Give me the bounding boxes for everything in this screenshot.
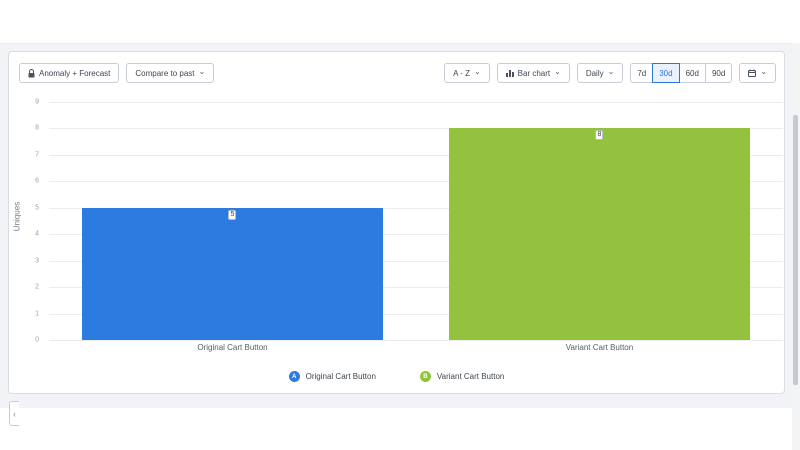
content-panel: Anomaly + Forecast Compare to past ⌄ A -… [0,43,792,408]
x-axis-label-variant-cart-button: Variant Cart Button [416,343,783,352]
chart-card: Anomaly + Forecast Compare to past ⌄ A -… [8,51,785,394]
scrollbar[interactable] [792,43,800,450]
x-axis-label-original-cart-button: Original Cart Button [49,343,416,352]
plot-area: 58 [49,102,783,340]
y-tick-label: 8 [9,125,39,132]
y-tick-label: 7 [9,151,39,158]
legend-label: Variant Cart Button [437,372,504,381]
toolbar-left: Anomaly + Forecast Compare to past ⌄ [19,63,214,83]
scrollbar-thumb[interactable] [793,115,798,385]
y-tick-label: 2 [9,284,39,291]
collapse-panel-handle[interactable]: ‹ [9,401,19,426]
range-button-90d[interactable]: 90d [705,63,732,83]
date-range-button[interactable]: ⌄ [739,63,776,83]
lock-icon [28,69,35,78]
legend-label: Original Cart Button [306,372,376,381]
anomaly-forecast-button[interactable]: Anomaly + Forecast [19,63,119,83]
bar-slot-original-cart-button: 5 [49,102,416,340]
range-button-30d[interactable]: 30d [652,63,679,83]
legend-item-variant-cart-button[interactable]: B Variant Cart Button [420,371,504,382]
bar-value-label: 8 [596,130,604,140]
chart-type-dropdown[interactable]: Bar chart ⌄ [497,63,570,83]
legend-item-original-cart-button[interactable]: A Original Cart Button [289,371,376,382]
y-tick-label: 1 [9,310,39,317]
sort-label: A - Z [453,69,470,78]
range-button-7d[interactable]: 7d [630,63,653,83]
compare-to-past-dropdown[interactable]: Compare to past ⌄ [126,63,214,83]
legend-marker-a: A [289,371,300,382]
x-axis: Original Cart ButtonVariant Cart Button [49,343,783,352]
y-tick-label: 3 [9,257,39,264]
chevron-left-icon: ‹ [13,409,16,419]
chevron-down-icon: ⌄ [474,68,481,76]
interval-label: Daily [586,69,604,78]
range-selector: 7d30d60d90d [630,63,732,83]
legend-marker-b: B [420,371,431,382]
y-tick-label: 4 [9,231,39,238]
sort-dropdown[interactable]: A - Z ⌄ [444,63,490,83]
chevron-down-icon: ⌄ [199,68,206,76]
bar-value-label: 5 [229,210,237,220]
bar-slot-variant-cart-button: 8 [416,102,783,340]
y-tick-label: 9 [9,99,39,106]
interval-dropdown[interactable]: Daily ⌄ [577,63,623,83]
y-tick-label: 5 [9,204,39,211]
y-axis: 0123456789 [9,102,39,340]
gridline [49,340,783,341]
screen: Anomaly + Forecast Compare to past ⌄ A -… [0,0,800,450]
chevron-down-icon: ⌄ [554,68,561,76]
chart-type-label: Bar chart [518,69,550,78]
y-tick-label: 0 [9,337,39,344]
anomaly-forecast-label: Anomaly + Forecast [39,69,110,78]
chart-toolbar: Anomaly + Forecast Compare to past ⌄ A -… [19,63,776,83]
range-button-60d[interactable]: 60d [679,63,706,83]
calendar-icon [748,69,756,77]
bar-variant-cart-button[interactable]: 8 [449,128,750,340]
bar-chart-icon [506,69,514,77]
bar-original-cart-button[interactable]: 5 [82,208,383,340]
chevron-down-icon: ⌄ [760,68,767,76]
toolbar-right: A - Z ⌄ Bar chart ⌄ Daily ⌄ 7d30d6 [444,63,776,83]
compare-to-past-label: Compare to past [135,69,194,78]
chart-legend: A Original Cart Button B Variant Cart Butto… [9,371,784,382]
y-tick-label: 6 [9,178,39,185]
chevron-down-icon: ⌄ [608,68,615,76]
